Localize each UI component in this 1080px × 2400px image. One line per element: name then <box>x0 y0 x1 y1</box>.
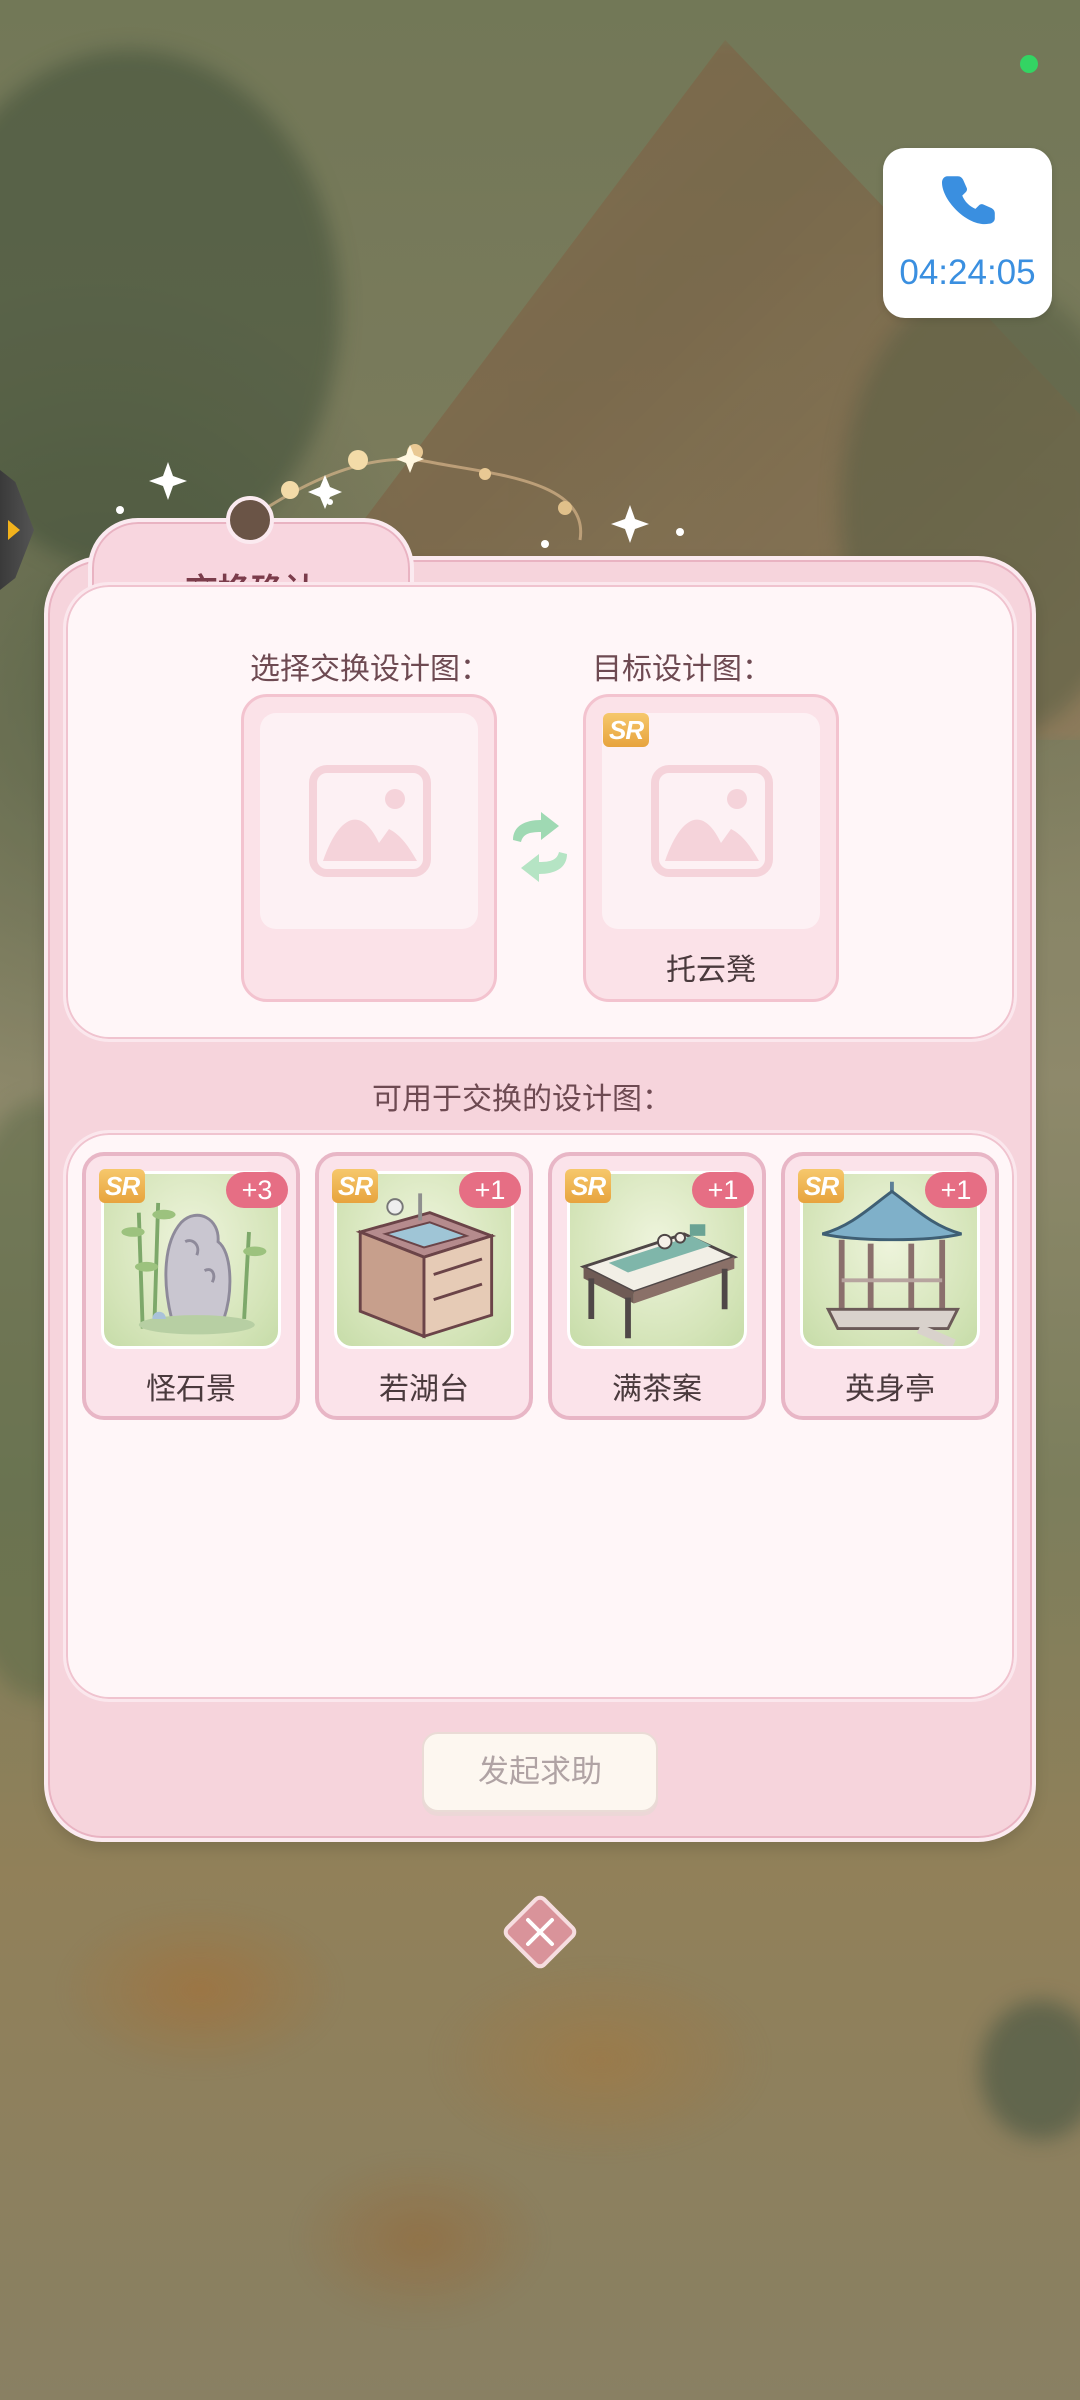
close-icon[interactable] <box>500 1892 580 1972</box>
swap-arrows-icon <box>513 812 567 882</box>
slot-image-area <box>260 713 478 929</box>
phone-icon <box>942 176 995 225</box>
available-designs-label: 可用于交换的设计图： <box>372 1082 672 1117</box>
rarity-badge: SR <box>798 1169 845 1203</box>
count-badge: +1 <box>692 1172 754 1208</box>
design-name: 满茶案 <box>612 1372 702 1407</box>
avatar <box>226 496 274 544</box>
source-design-slot[interactable] <box>241 694 497 1002</box>
target-design-slot: SR 托云凳 <box>583 694 839 1002</box>
design-card[interactable]: SR +1 满茶案 <box>548 1152 766 1420</box>
design-name: 若湖台 <box>379 1372 469 1407</box>
status-indicator-dot <box>1020 55 1038 73</box>
image-placeholder-icon <box>309 765 431 877</box>
rarity-badge: SR <box>99 1169 146 1203</box>
rarity-badge: SR <box>565 1169 612 1203</box>
count-badge: +3 <box>226 1172 288 1208</box>
design-name: 怪石景 <box>146 1372 236 1407</box>
count-badge: +1 <box>925 1172 987 1208</box>
image-placeholder-icon <box>651 765 773 877</box>
rarity-badge: SR <box>332 1169 379 1203</box>
design-card[interactable]: SR +1 英身亭 <box>781 1152 999 1420</box>
select-design-label: 选择交换设计图： <box>250 652 490 687</box>
target-design-label: 目标设计图： <box>592 652 772 687</box>
call-widget[interactable]: 04:24:05 <box>883 148 1052 318</box>
target-design-name: 托云凳 <box>666 953 756 988</box>
design-card[interactable]: SR +1 若湖台 <box>315 1152 533 1420</box>
rarity-badge: SR <box>603 713 650 747</box>
request-help-button[interactable]: 发起求助 <box>422 1732 658 1812</box>
call-timer: 04:24:05 <box>899 253 1036 292</box>
count-badge: +1 <box>459 1172 521 1208</box>
design-card[interactable]: SR +3 怪石景 <box>82 1152 300 1420</box>
chevron-right-icon <box>8 520 20 540</box>
design-name: 英身亭 <box>845 1372 935 1407</box>
